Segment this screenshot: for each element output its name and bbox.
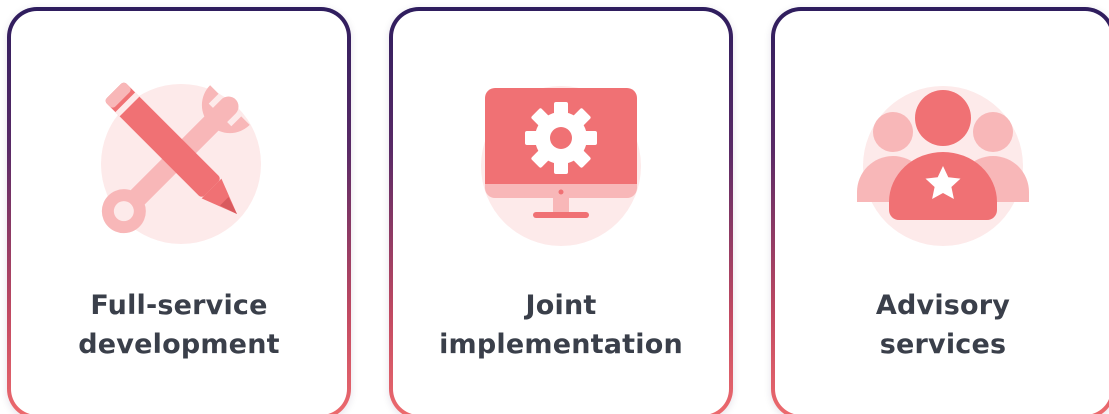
card-label: Joint implementation [393, 286, 729, 364]
card-label-line2: implementation [439, 329, 683, 360]
card-body: Joint implementation [393, 11, 729, 414]
card-label: Advisory services [775, 286, 1109, 364]
card-advisory-services[interactable]: Advisory services [771, 7, 1109, 414]
monitor-gear-icon [471, 66, 651, 246]
card-label-line1: Advisory [875, 290, 1011, 321]
card-full-service-development[interactable]: Full-service development [7, 7, 351, 414]
card-label-line1: Full-service [90, 290, 268, 321]
wrench-pencil-icon [89, 66, 269, 246]
card-label-line2: services [879, 329, 1007, 360]
card-label-line1: Joint [525, 290, 597, 321]
card-label: Full-service development [11, 286, 347, 364]
card-joint-implementation[interactable]: Joint implementation [389, 7, 733, 414]
team-star-icon [853, 66, 1033, 246]
service-cards: Full-service development Joint implement… [0, 0, 1109, 414]
card-body: Full-service development [11, 11, 347, 414]
card-body: Advisory services [775, 11, 1109, 414]
card-label-line2: development [78, 329, 280, 360]
